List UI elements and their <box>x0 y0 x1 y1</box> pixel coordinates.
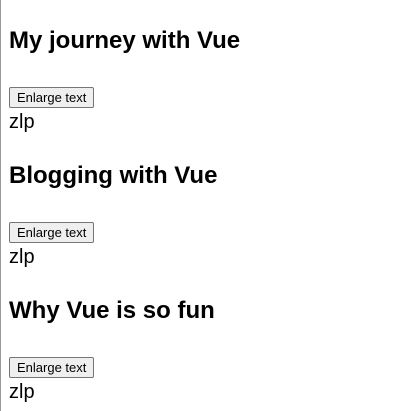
enlarge-text-button[interactable]: Enlarge text <box>9 87 95 108</box>
post-content: zlp <box>9 111 35 133</box>
blog-post-list: My journey with Vue Enlarge text zlp Blo… <box>9 0 399 405</box>
blog-post: Why Vue is so fun Enlarge text zlp <box>9 270 399 405</box>
post-title: Blogging with Vue <box>9 162 218 189</box>
post-content: zlp <box>9 381 35 403</box>
enlarge-text-button[interactable]: Enlarge text <box>9 222 95 243</box>
blog-post: My journey with Vue Enlarge text zlp <box>9 0 399 135</box>
enlarge-text-button[interactable]: Enlarge text <box>9 357 95 378</box>
post-content: zlp <box>9 246 35 268</box>
post-title: Why Vue is so fun <box>9 297 215 324</box>
blog-post: Blogging with Vue Enlarge text zlp <box>9 135 399 270</box>
post-title: My journey with Vue <box>9 27 241 54</box>
page-left-border <box>0 0 1 411</box>
